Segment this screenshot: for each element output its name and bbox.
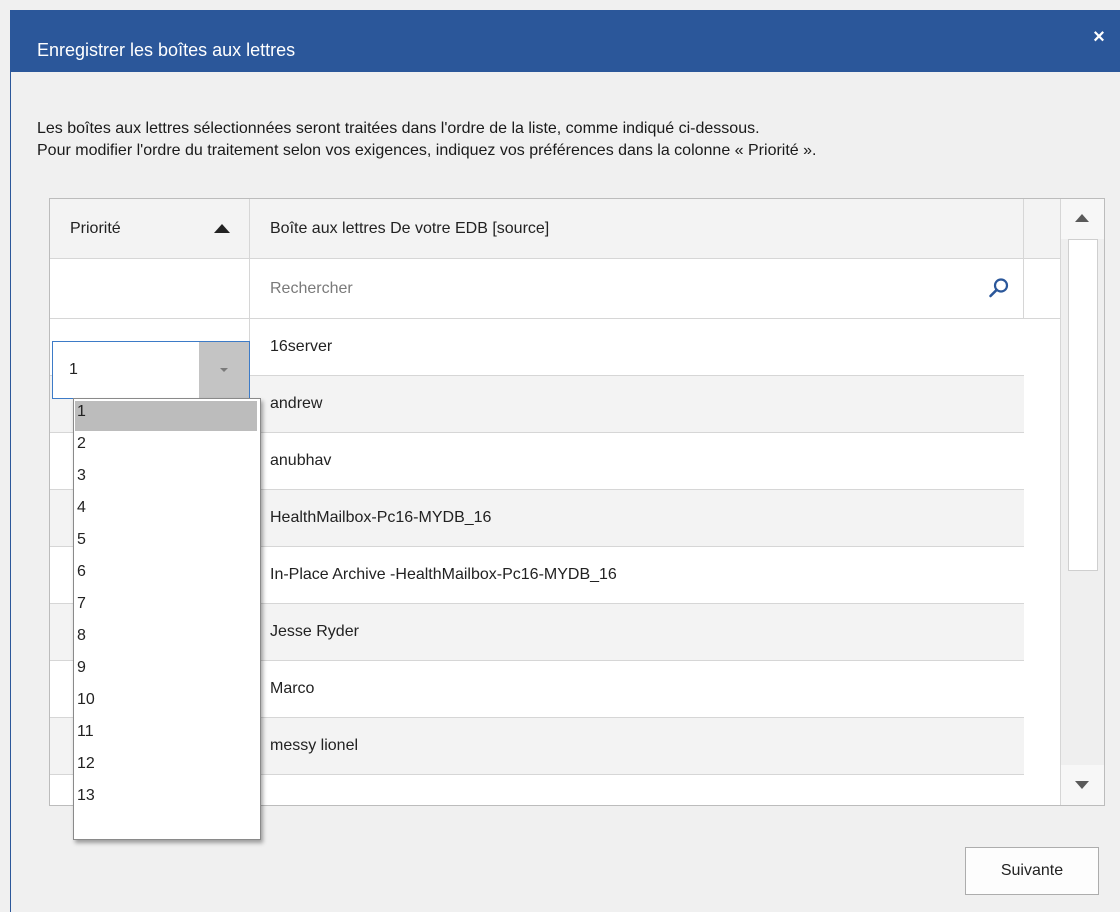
arrow-up-icon [1075,214,1089,222]
sort-ascending-icon[interactable] [214,224,230,233]
mailbox-cell: HealthMailbox-Pc16-MYDB_16 [270,509,492,526]
scroll-up-button[interactable] [1061,199,1104,239]
search-priority-cell [50,259,250,318]
column-header-mailbox-label: Boîte aux lettres De votre EDB [source] [270,220,550,237]
priority-option[interactable]: 8 [75,625,257,655]
priority-combobox[interactable]: 1 [52,341,250,399]
priority-dropdown-button[interactable] [199,342,249,398]
instruction-line-2: Pour modifier l'ordre du traitement selo… [37,142,817,159]
priority-option[interactable]: 6 [75,561,257,591]
scroll-down-button[interactable] [1061,765,1104,805]
priority-option[interactable]: 5 [75,529,257,559]
column-header-priority[interactable]: Priorité [50,199,250,259]
mailbox-cell: In-Place Archive -HealthMailbox-Pc16-MYD… [270,566,617,583]
priority-option[interactable]: 13 [75,785,257,815]
priority-option[interactable]: 3 [75,465,257,495]
priority-option[interactable]: 2 [75,433,257,463]
priority-dropdown-list: 1 2 3 4 5 6 7 8 9 10 11 12 13 [73,398,261,840]
column-header-priority-label: Priorité [70,220,121,237]
mailbox-cell: Marco [270,680,315,697]
column-header-filler [1024,199,1060,259]
priority-option[interactable]: 11 [75,721,257,751]
priority-option[interactable]: 12 [75,753,257,783]
instruction-line-1: Les boîtes aux lettres sélectionnées ser… [37,120,760,137]
arrow-down-icon [1075,781,1089,789]
scrollbar-thumb[interactable] [1068,239,1098,571]
mailbox-cell: 16server [270,338,333,355]
dialog-title: Enregistrer les boîtes aux lettres [37,40,296,60]
next-button[interactable]: Suivante [965,847,1099,895]
instructions: Les boîtes aux lettres sélectionnées ser… [37,118,816,162]
search-row [50,259,1060,319]
priority-option[interactable]: 9 [75,657,257,687]
search-icon[interactable] [988,277,1010,299]
priority-option[interactable]: 1 [75,401,257,431]
column-header-mailbox[interactable]: Boîte aux lettres De votre EDB [source] [250,199,1024,259]
search-input[interactable] [250,259,1024,318]
priority-option[interactable]: 7 [75,593,257,623]
vertical-scrollbar[interactable] [1060,199,1104,805]
priority-option[interactable]: 10 [75,689,257,719]
close-icon[interactable]: × [1088,26,1110,48]
chevron-down-icon [220,368,228,372]
priority-combobox-value: 1 [69,361,78,378]
save-mailboxes-dialog: Enregistrer les boîtes aux lettres × Les… [10,10,1120,912]
mailbox-cell: andrew [270,395,323,412]
priority-option[interactable]: 4 [75,497,257,527]
mailbox-cell: messy lionel [270,737,359,754]
mailbox-cell: Jesse Ryder [270,623,359,640]
title-bar: Enregistrer les boîtes aux lettres × [11,10,1120,72]
mailbox-cell: anubhav [270,452,332,469]
